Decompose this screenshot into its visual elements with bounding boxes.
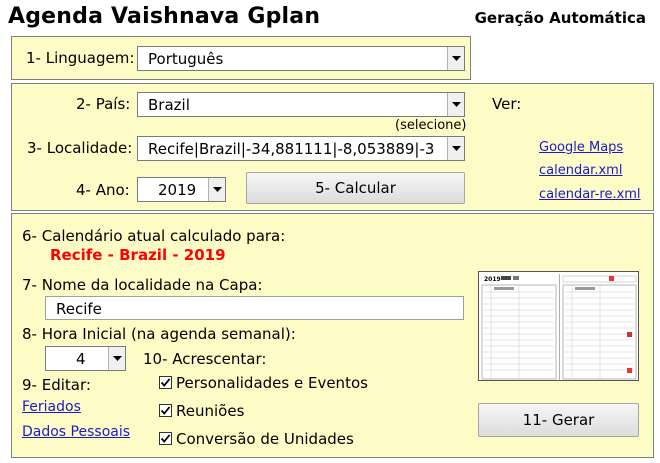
chevron-down-icon[interactable] xyxy=(208,178,225,201)
holidays-link[interactable]: Feriados xyxy=(22,399,81,415)
personal-data-link[interactable]: Dados Pessoais xyxy=(22,424,130,440)
chevron-down-icon[interactable] xyxy=(447,137,464,160)
units-conversion-checkbox[interactable] xyxy=(159,432,172,445)
calculate-button[interactable]: 5- Calcular xyxy=(246,172,465,204)
google-maps-link[interactable]: Google Maps xyxy=(539,140,623,155)
year-select[interactable]: 2019 xyxy=(137,177,226,202)
language-label: 1- Linguagem: xyxy=(26,49,135,67)
add-label: 10- Acrescentar: xyxy=(143,350,267,368)
personalities-label: Personalidades e Eventos xyxy=(176,374,368,392)
chevron-down-icon[interactable] xyxy=(447,93,464,116)
start-hour-select-value: 4 xyxy=(76,350,86,368)
generate-button[interactable]: 11- Gerar xyxy=(478,403,639,437)
country-select[interactable]: Brazil xyxy=(137,92,465,117)
country-label: 2- País: xyxy=(76,95,131,113)
current-calendar-value: Recife - Brazil - 2019 xyxy=(50,246,226,264)
ver-label: Ver: xyxy=(492,95,522,113)
calendar-xml-link[interactable]: calendar.xml xyxy=(539,163,622,178)
language-select[interactable]: Português xyxy=(137,46,465,71)
cover-name-label: 7- Nome da localidade na Capa: xyxy=(22,276,263,294)
country-select-value: Brazil xyxy=(148,96,190,114)
personalities-checkbox[interactable] xyxy=(159,376,172,389)
year-label: 4- Ano: xyxy=(76,181,130,199)
units-conversion-label: Conversão de Unidades xyxy=(176,430,354,448)
year-select-value: 2019 xyxy=(158,181,197,199)
location-select[interactable]: Recife|Brazil|-34,881111|-8,053889|-3 xyxy=(137,136,465,161)
location-select-value: Recife|Brazil|-34,881111|-8,053889|-3 xyxy=(148,140,435,158)
meetings-label: Reuniões xyxy=(176,402,245,420)
app-title: Agenda Vaishnava Gplan xyxy=(8,4,321,29)
check-icon xyxy=(160,434,171,443)
start-hour-label: 8- Hora Inicial (na agenda semanal): xyxy=(22,325,296,343)
app-subtitle: Geração Automática xyxy=(474,9,646,27)
agenda-preview-thumbnail: 2019 xyxy=(478,271,639,381)
current-calendar-label: 6- Calendário atual calculado para: xyxy=(22,227,286,245)
calendar-re-xml-link[interactable]: calendar-re.xml xyxy=(539,187,641,202)
agenda-page-preview: 2019 xyxy=(479,272,638,380)
country-hint: (selecione) xyxy=(395,118,467,133)
thumbnail-year: 2019 xyxy=(484,276,501,283)
start-hour-select[interactable]: 4 xyxy=(45,346,126,371)
check-icon xyxy=(160,378,171,387)
chevron-down-icon[interactable] xyxy=(447,47,464,70)
meetings-checkbox[interactable] xyxy=(159,404,172,417)
cover-name-input[interactable]: Recife xyxy=(45,296,464,320)
language-select-value: Português xyxy=(148,50,224,68)
edit-label: 9- Editar: xyxy=(22,376,91,394)
chevron-down-icon[interactable] xyxy=(108,347,125,370)
location-label: 3- Localidade: xyxy=(27,139,133,157)
check-icon xyxy=(160,406,171,415)
